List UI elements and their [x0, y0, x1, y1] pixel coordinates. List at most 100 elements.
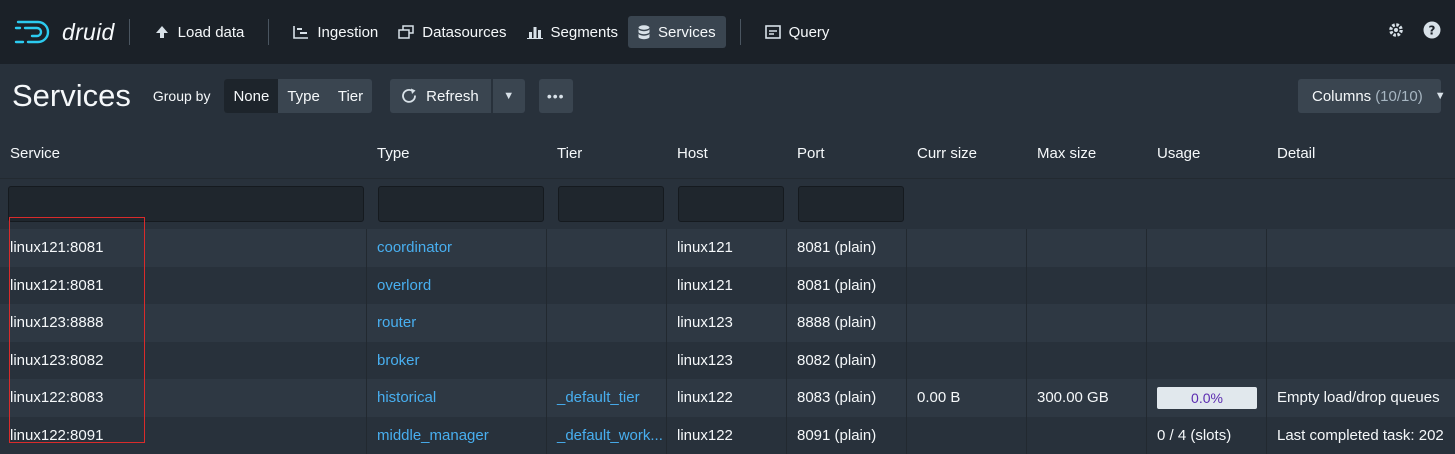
cog-icon[interactable]: [1387, 21, 1405, 43]
max-size-cell: [1027, 342, 1147, 380]
curr-size-cell: [907, 229, 1027, 267]
service-cell: linux123:8888: [0, 304, 367, 342]
columns-button[interactable]: Columns (10/10) ▼: [1298, 79, 1441, 113]
services-table: Service Type Tier Host Port Curr size Ma…: [0, 128, 1455, 454]
service-filter-input[interactable]: [8, 186, 364, 222]
page-title: Services: [12, 78, 131, 114]
max-size-cell: [1027, 229, 1147, 267]
column-header-host[interactable]: Host: [667, 145, 787, 162]
type-cell[interactable]: router: [367, 304, 547, 342]
tier-cell[interactable]: [547, 267, 667, 305]
refresh-button[interactable]: Refresh: [390, 79, 491, 113]
max-size-cell: [1027, 267, 1147, 305]
column-header-detail[interactable]: Detail: [1267, 145, 1455, 162]
service-cell: linux122:8083: [0, 379, 367, 417]
table-body: linux121:8081 coordinator linux121 8081 …: [0, 229, 1455, 454]
max-size-cell: 300.00 GB: [1027, 379, 1147, 417]
type-cell[interactable]: middle_manager: [367, 417, 547, 454]
host-cell: linux121: [667, 229, 787, 267]
help-icon[interactable]: ?: [1423, 21, 1441, 43]
group-by-none[interactable]: None: [224, 79, 278, 113]
nav-load-data-label: Load data: [178, 24, 245, 41]
type-cell[interactable]: overlord: [367, 267, 547, 305]
column-header-usage[interactable]: Usage: [1147, 145, 1267, 162]
type-cell[interactable]: historical: [367, 379, 547, 417]
table-row: linux121:8081 overlord linux121 8081 (pl…: [0, 267, 1455, 305]
nav-load-data[interactable]: Load data: [144, 16, 255, 48]
column-header-max-size[interactable]: Max size: [1027, 145, 1147, 162]
druid-logo-icon: [14, 17, 56, 47]
nav-services[interactable]: Services: [628, 16, 726, 48]
usage-cell: 0 / 4 (slots): [1147, 417, 1267, 454]
port-cell: 8081 (plain): [787, 229, 907, 267]
curr-size-cell: [907, 342, 1027, 380]
caret-down-icon: ▼: [1435, 90, 1446, 102]
druid-logo[interactable]: druid: [14, 17, 115, 47]
host-cell: linux123: [667, 342, 787, 380]
port-cell: 8081 (plain): [787, 267, 907, 305]
cloud-upload-icon: [154, 25, 170, 39]
nav-divider: [129, 19, 130, 45]
port-filter-input[interactable]: [798, 186, 904, 222]
tier-filter-input[interactable]: [558, 186, 664, 222]
filter-row: [0, 179, 1455, 229]
nav-datasources[interactable]: Datasources: [388, 16, 516, 48]
nav-query[interactable]: Query: [755, 16, 840, 48]
refresh-options-button[interactable]: ▼: [493, 79, 525, 113]
nav-segments-label: Segments: [551, 24, 619, 41]
service-cell: linux121:8081: [0, 229, 367, 267]
nav-ingestion[interactable]: Ingestion: [283, 16, 388, 48]
usage-cell: [1147, 304, 1267, 342]
columns-label: Columns: [1312, 88, 1371, 105]
tier-cell[interactable]: _default_tier: [547, 379, 667, 417]
tier-cell[interactable]: [547, 229, 667, 267]
host-filter-input[interactable]: [678, 186, 784, 222]
group-by-type[interactable]: Type: [278, 79, 329, 113]
type-filter-input[interactable]: [378, 186, 544, 222]
type-cell[interactable]: broker: [367, 342, 547, 380]
service-cell: linux122:8091: [0, 417, 367, 454]
group-by-selector: None Type Tier: [224, 79, 372, 113]
curr-size-cell: [907, 417, 1027, 454]
usage-cell: [1147, 229, 1267, 267]
group-by-label: Group by: [153, 88, 211, 104]
application-icon: [765, 25, 781, 39]
port-cell: 8082 (plain): [787, 342, 907, 380]
usage-cell: 0.0%: [1147, 379, 1267, 417]
host-cell: linux121: [667, 267, 787, 305]
column-header-type[interactable]: Type: [367, 145, 547, 162]
column-header-curr-size[interactable]: Curr size: [907, 145, 1027, 162]
columns-count: (10/10): [1375, 88, 1423, 105]
host-cell: linux123: [667, 304, 787, 342]
port-cell: 8091 (plain): [787, 417, 907, 454]
nav-right: ?: [1387, 0, 1441, 64]
refresh-group: Refresh ▼: [390, 79, 525, 113]
caret-down-icon: ▼: [503, 90, 514, 102]
top-navbar: druid Load data Ingestion Datasources Se…: [0, 0, 1455, 64]
column-header-port[interactable]: Port: [787, 145, 907, 162]
tier-cell[interactable]: _default_work...: [547, 417, 667, 454]
nav-divider: [740, 19, 741, 45]
column-header-service[interactable]: Service: [0, 145, 367, 162]
type-cell[interactable]: coordinator: [367, 229, 547, 267]
tier-cell[interactable]: [547, 304, 667, 342]
stacked-chart-icon: [527, 25, 543, 39]
usage-progress-bar: 0.0%: [1157, 387, 1257, 409]
column-header-tier[interactable]: Tier: [547, 145, 667, 162]
detail-cell: Last completed task: 202: [1267, 427, 1455, 444]
curr-size-cell: [907, 267, 1027, 305]
app-name: druid: [62, 19, 115, 46]
curr-size-cell: [907, 304, 1027, 342]
more-button[interactable]: •••: [539, 79, 573, 113]
nav-ingestion-label: Ingestion: [317, 24, 378, 41]
nav-segments[interactable]: Segments: [517, 16, 629, 48]
group-by-tier[interactable]: Tier: [329, 79, 372, 113]
svg-text:?: ?: [1429, 24, 1436, 38]
port-cell: 8888 (plain): [787, 304, 907, 342]
nav-datasources-label: Datasources: [422, 24, 506, 41]
refresh-icon: [400, 87, 418, 105]
nav-services-label: Services: [658, 24, 716, 41]
table-row: linux123:8082 broker linux123 8082 (plai…: [0, 342, 1455, 380]
nav-query-label: Query: [789, 24, 830, 41]
tier-cell[interactable]: [547, 342, 667, 380]
